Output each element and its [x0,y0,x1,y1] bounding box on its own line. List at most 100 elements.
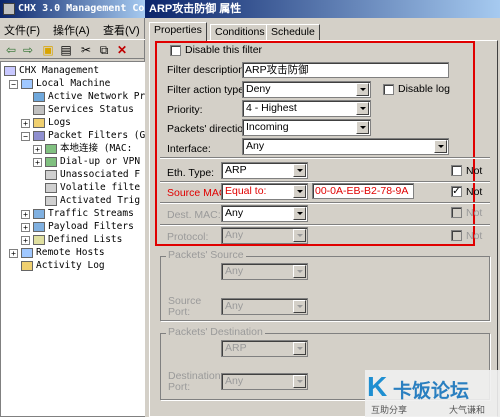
packets-source-group [160,256,490,321]
source-mac-operator-select[interactable]: Equal to: [221,183,308,200]
traffic-icon [33,209,45,219]
toolbar: ⇦ ⇨ ▣ ▤ ✂ ⧉ ✕ [0,39,145,59]
dropdown-arrow-icon[interactable] [293,185,306,198]
management-title-bar: CHX 3.0 Management Con [0,0,145,18]
expand-icon[interactable]: + [21,235,30,245]
tree-node[interactable]: Activated Trig [45,195,140,207]
tab-conditions[interactable]: Conditions [210,24,270,40]
forward-icon[interactable]: ⇨ [20,42,36,58]
tree-view-icon[interactable]: ▤ [58,42,74,58]
priority-select[interactable]: 4 - Highest [242,100,371,117]
separator [160,157,490,159]
folder-up-icon[interactable]: ▣ [40,42,56,58]
payload-icon [33,222,45,232]
dest-mac-label: Dest. MAC: [167,209,221,221]
dropdown-arrow-icon[interactable] [293,207,306,220]
collapse-icon[interactable]: − [9,79,18,89]
tree-node[interactable]: + Traffic Streams [21,208,134,220]
packet-filter-icon [33,131,45,141]
direction-select[interactable]: Incoming [242,119,371,136]
services-icon [33,105,45,115]
tree-node[interactable]: Activity Log [21,260,105,272]
expand-icon[interactable]: + [21,118,30,128]
logs-icon [33,118,45,128]
not-label: Not [466,186,483,198]
protocol-label: Protocol: [167,231,209,243]
management-window: CHX 3.0 Management Con 文件(F) 操作(A) 查看(V)… [0,0,145,417]
collapse-icon[interactable]: − [21,131,30,141]
direction-label: Packets' direction: [167,123,252,135]
tree-node[interactable]: + Dial-up or VPN [33,156,140,168]
computer-icon [21,79,33,89]
disable-log-checkbox[interactable] [383,84,394,95]
eth-not-checkbox[interactable] [451,165,462,176]
protocol-not-checkbox[interactable] [451,230,462,241]
cut-icon[interactable]: ✂ [78,42,94,58]
forum-watermark: K 卡饭论坛 互助分享 大气谦和 [365,370,500,417]
dropdown-arrow-icon[interactable] [293,300,306,313]
source-port-label: Source Port: [168,295,202,318]
tree-node[interactable]: + Defined Lists [21,234,122,246]
tree-node[interactable]: Active Network Pr [33,91,145,103]
expand-icon[interactable]: + [21,209,30,219]
dialog-title-bar: ARP攻击防御 属性 [145,0,500,18]
tree-node[interactable]: CHX Management [4,65,99,77]
source-mac-input[interactable]: 00-0A-EB-B2-78-9A [312,183,414,199]
tree-node[interactable]: Services Status [33,104,134,116]
source-mac-not-checkbox[interactable]: ✓ [451,186,462,197]
dropdown-arrow-icon[interactable] [356,83,369,96]
dropdown-arrow-icon[interactable] [434,140,447,153]
dropdown-arrow-icon[interactable] [293,265,306,278]
dest-mac-not-checkbox[interactable] [451,207,462,218]
tree-node[interactable]: Unassociated F [45,169,140,181]
not-label: Not [466,230,483,242]
source-port-select[interactable]: Any [221,298,308,315]
interface-select[interactable]: Any [242,138,449,155]
protocol-select[interactable]: Any [221,227,308,244]
filter-description-input[interactable]: ARP攻击防御 [242,62,449,78]
connection-icon [45,144,57,154]
expand-icon[interactable]: + [33,144,42,154]
tree-node[interactable]: − Packet Filters (G [21,130,145,142]
tree-node[interactable]: Volatile filte [45,182,140,194]
menu-file[interactable]: 文件(F) [4,22,40,38]
tree-node[interactable]: + Remote Hosts [9,247,105,259]
disable-filter-checkbox[interactable] [170,45,181,56]
filter-action-select[interactable]: Deny [242,81,371,98]
eth-type-select[interactable]: ARP [221,162,308,179]
expand-icon[interactable]: + [21,222,30,232]
tree-node[interactable]: − Local Machine [9,78,110,90]
activity-log-icon [21,261,33,271]
not-label: Not [466,165,483,177]
back-icon[interactable]: ⇦ [3,42,19,58]
dropdown-arrow-icon[interactable] [293,229,306,242]
dropdown-arrow-icon[interactable] [356,121,369,134]
tree-node[interactable]: + Payload Filters [21,221,134,233]
expand-icon[interactable]: + [33,157,42,167]
dropdown-arrow-icon[interactable] [293,164,306,177]
tab-properties[interactable]: Properties [149,22,207,41]
app-icon [3,3,15,15]
copy-icon[interactable]: ⧉ [96,42,112,58]
dropdown-arrow-icon[interactable] [293,342,306,355]
management-icon [4,66,16,76]
dest-address-select[interactable]: ARP [221,340,308,357]
network-icon [33,92,45,102]
tab-schedule[interactable]: Schedule [266,24,320,40]
filter-action-label: Filter action type: [167,84,247,96]
delete-icon[interactable]: ✕ [114,42,130,58]
filter-description-label: Filter description: [167,64,247,76]
dropdown-arrow-icon[interactable] [356,102,369,115]
tree-node[interactable]: + Logs [21,117,71,129]
menu-action[interactable]: 操作(A) [53,22,90,38]
expand-icon[interactable]: + [9,248,18,258]
source-address-select[interactable]: Any [221,263,308,280]
tree-node[interactable]: + 本地连接 (MAC: [33,143,132,155]
menu-view[interactable]: 查看(V) [103,22,140,38]
menu-bar: 文件(F) 操作(A) 查看(V) [0,20,145,38]
dropdown-arrow-icon[interactable] [293,375,306,388]
dest-mac-select[interactable]: Any [221,205,308,222]
dest-port-select[interactable]: Any [221,373,308,390]
dest-port-label: Destination Port: [168,370,221,393]
watermark-slogan-right: 大气谦和 [449,405,486,415]
